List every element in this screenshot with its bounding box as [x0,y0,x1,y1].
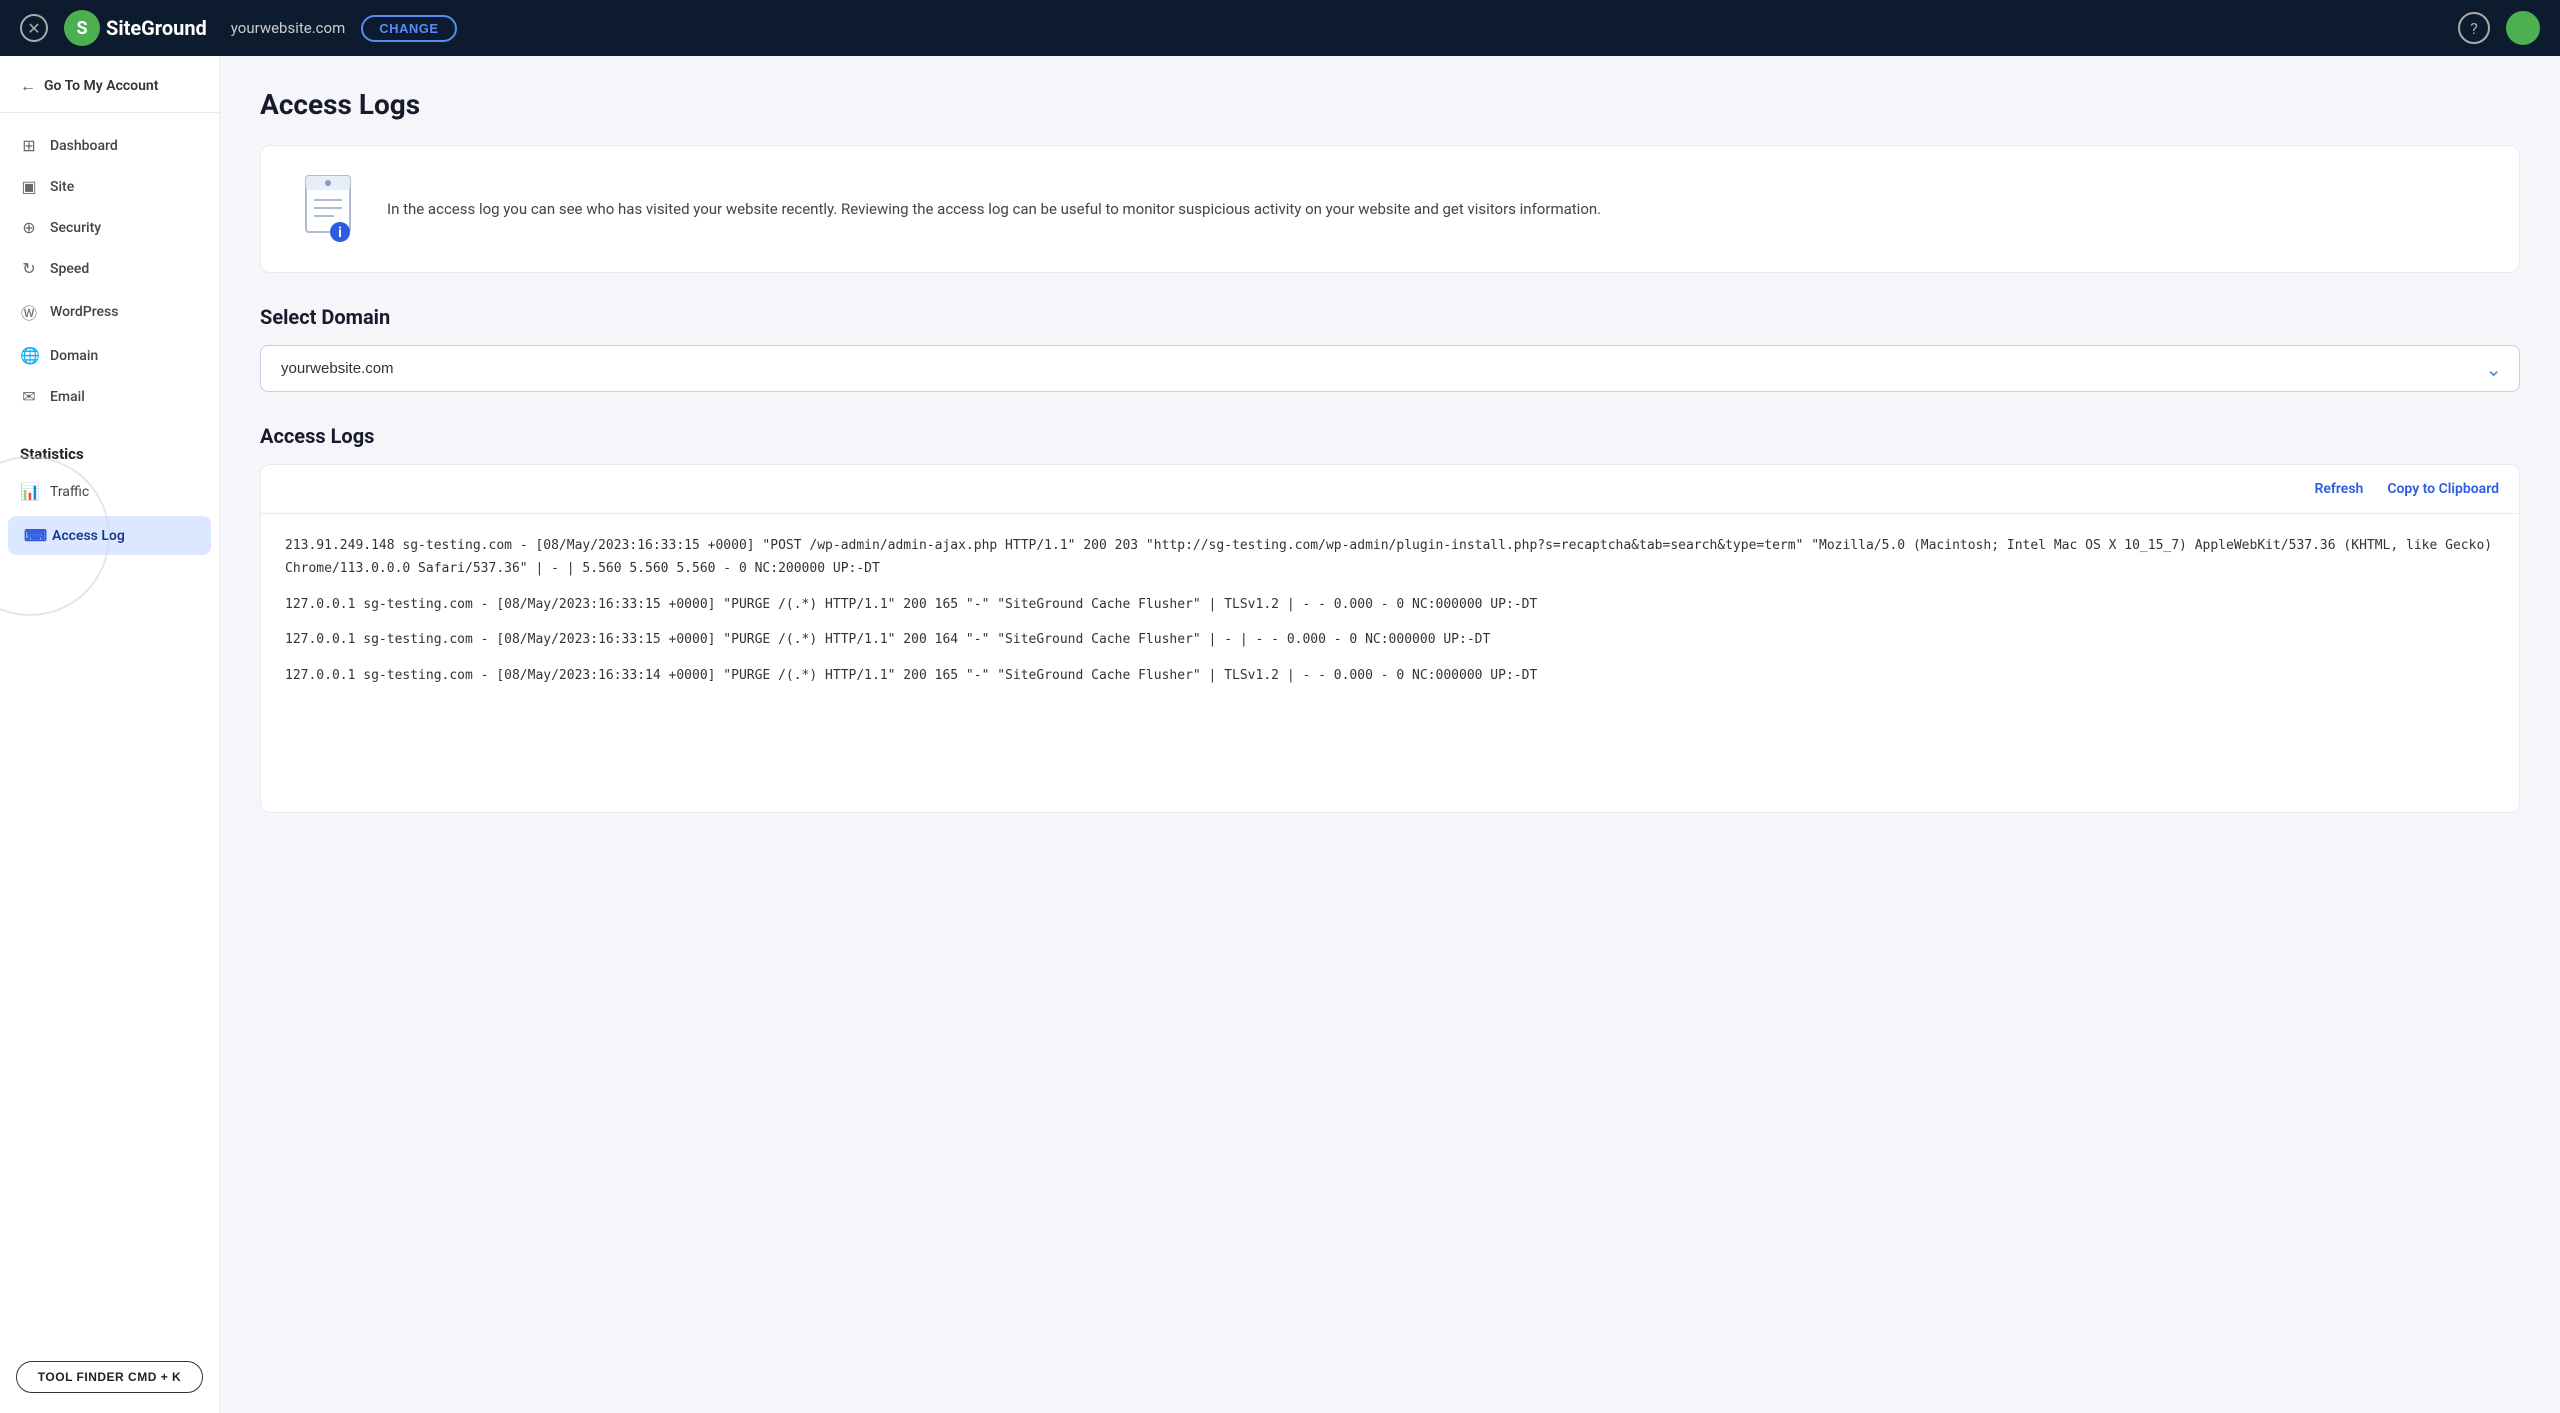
sidebar-item-domain[interactable]: 🌐 Domain [0,335,219,376]
close-icon: ✕ [27,19,40,38]
domain-select-wrapper: yourwebsite.com ⌄ [260,345,2520,392]
main-content: Access Logs i In the access log you can … [220,56,2560,1413]
sidebar-item-label: Site [50,179,74,195]
sidebar-item-wordpress[interactable]: Ⓦ WordPress [0,289,219,335]
sidebar-item-site[interactable]: ▣ Site [0,166,219,207]
tool-finder-button[interactable]: TOOL FINDER CMD + K [16,1361,203,1393]
access-logs-section-title: Access Logs [260,424,2520,448]
help-icon: ? [2470,19,2478,38]
logo-icon: S [64,10,100,46]
logs-section: Refresh Copy to Clipboard 213.91.249.148… [260,464,2520,813]
sidebar-item-dashboard[interactable]: ⊞ Dashboard [0,125,219,166]
dashboard-icon: ⊞ [20,136,38,155]
sidebar-traffic-label: Traffic [50,484,89,500]
change-domain-button[interactable]: CHANGE [361,15,456,42]
email-icon: ✉ [20,387,38,406]
current-domain: yourwebsite.com [231,19,345,37]
security-icon: ⊕ [20,218,38,237]
logo: S SiteGround [64,10,207,46]
access-log-icon: ⌨ [24,526,42,545]
sidebar-item-traffic[interactable]: 📊 Traffic [0,471,219,512]
log-entry-3: 127.0.0.1 sg-testing.com - [08/May/2023:… [285,628,2495,651]
help-button[interactable]: ? [2458,12,2490,44]
goto-account-link[interactable]: ← Go To My Account [0,56,219,113]
log-entry-1: 213.91.249.148 sg-testing.com - [08/May/… [285,534,2495,581]
sidebar-access-log-label: Access Log [52,528,125,544]
speed-icon: ↻ [20,259,38,278]
sidebar-item-label: WordPress [50,304,118,320]
sidebar-item-label: Speed [50,261,89,277]
top-navigation: ✕ S SiteGround yourwebsite.com CHANGE ? [0,0,2560,56]
user-avatar[interactable] [2506,11,2540,45]
info-banner: i In the access log you can see who has … [260,145,2520,273]
domain-icon: 🌐 [20,346,38,365]
statistics-section-header: Statistics [0,429,219,471]
sidebar-item-label: Security [50,220,101,236]
sidebar-item-label: Dashboard [50,138,118,154]
site-icon: ▣ [20,177,38,196]
sidebar-item-speed[interactable]: ↻ Speed [0,248,219,289]
copy-to-clipboard-button[interactable]: Copy to Clipboard [2387,481,2499,497]
logs-toolbar: Refresh Copy to Clipboard [260,464,2520,513]
sidebar-item-email[interactable]: ✉ Email [0,376,219,417]
info-banner-icon: i [293,174,363,244]
sidebar: ← Go To My Account ⊞ Dashboard ▣ Site ⊕ … [0,56,220,1413]
main-layout: ← Go To My Account ⊞ Dashboard ▣ Site ⊕ … [0,56,2560,1413]
log-entry-4: 127.0.0.1 sg-testing.com - [08/May/2023:… [285,664,2495,687]
wordpress-icon: Ⓦ [20,300,38,324]
svg-text:i: i [338,225,342,241]
refresh-button[interactable]: Refresh [2314,481,2363,497]
close-button[interactable]: ✕ [20,14,48,42]
log-entry-2: 127.0.0.1 sg-testing.com - [08/May/2023:… [285,593,2495,616]
sidebar-item-security[interactable]: ⊕ Security [0,207,219,248]
topnav-right-actions: ? [2458,11,2540,45]
sidebar-item-label: Domain [50,348,98,364]
back-arrow-icon: ← [20,76,36,96]
sidebar-navigation: ⊞ Dashboard ▣ Site ⊕ Security ↻ Speed Ⓦ … [0,113,219,429]
logs-content: 213.91.249.148 sg-testing.com - [08/May/… [260,513,2520,813]
select-domain-title: Select Domain [260,305,2520,329]
traffic-icon: 📊 [20,482,38,501]
goto-account-label: Go To My Account [44,78,158,94]
sidebar-item-access-log[interactable]: ⌨ Access Log [8,516,211,555]
logo-text: SiteGround [106,16,207,40]
page-title: Access Logs [260,88,2520,121]
info-banner-text: In the access log you can see who has vi… [387,197,1601,221]
sidebar-item-label: Email [50,389,85,405]
domain-select[interactable]: yourwebsite.com [260,345,2520,392]
